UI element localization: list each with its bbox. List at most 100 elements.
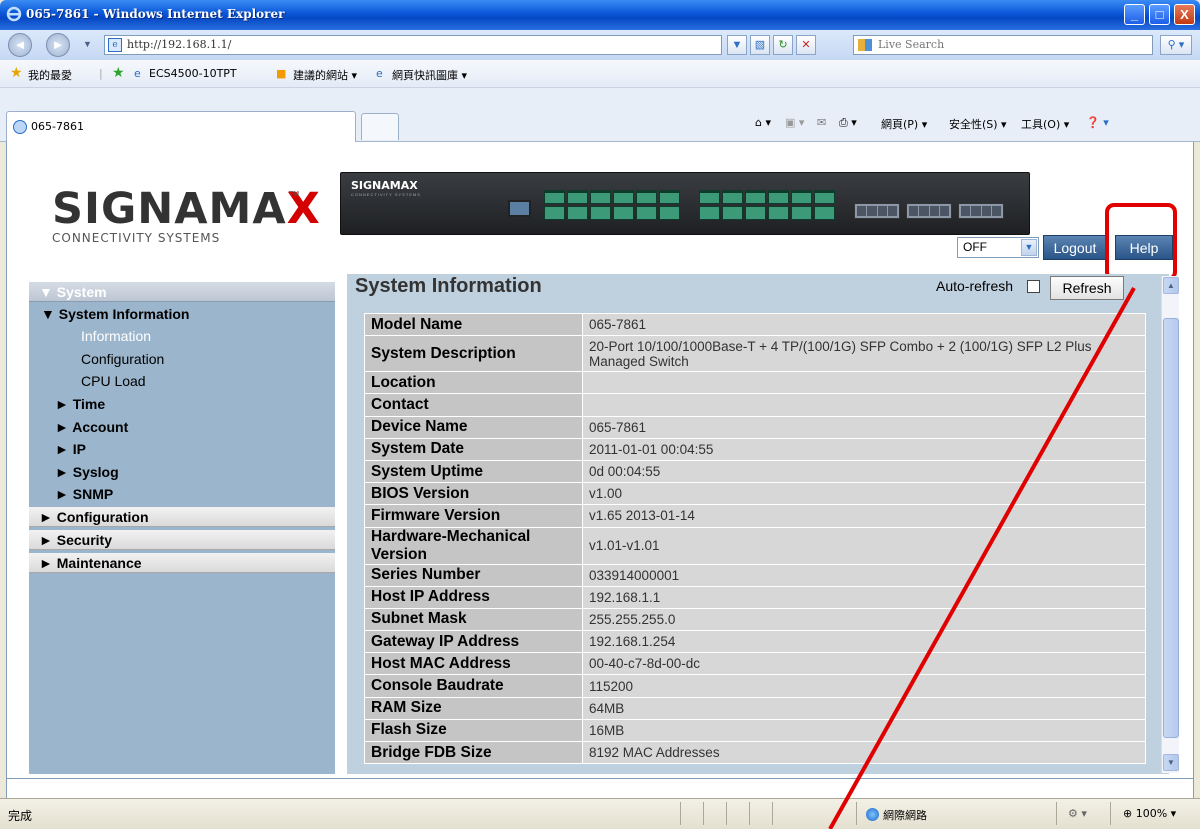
maximize-button[interactable]: □ <box>1149 4 1170 25</box>
new-tab-button[interactable] <box>361 113 399 140</box>
sfp-port-group[interactable] <box>958 203 1004 219</box>
port[interactable] <box>791 206 812 220</box>
safety-menu[interactable]: 安全性(S) ▾ <box>949 116 1007 132</box>
port[interactable] <box>636 190 657 204</box>
sfp-port-group[interactable] <box>906 203 952 219</box>
sidebar-item-cpu-load[interactable]: CPU Load <box>29 371 335 391</box>
port[interactable] <box>722 190 743 204</box>
fav-link-suggested[interactable]: 建議的網站 ▾ <box>293 67 357 83</box>
url-dropdown-button[interactable]: ▼ <box>727 35 747 55</box>
url-input[interactable]: e http://192.168.1.1/ <box>104 35 722 55</box>
fav-link-ecs4500[interactable]: ECS4500-10TPT <box>149 67 237 80</box>
row-value: 065-7861 <box>582 312 1146 337</box>
auto-refresh-checkbox[interactable] <box>1027 280 1040 293</box>
stop-icon[interactable]: ✕ <box>796 35 816 55</box>
refresh-button[interactable]: Refresh <box>1050 276 1124 300</box>
port[interactable] <box>590 190 611 204</box>
sidebar-item-time[interactable]: ► Time <box>29 394 335 414</box>
scroll-down-icon[interactable]: ▼ <box>1163 754 1179 771</box>
row-value: 20-Port 10/100/1000Base-T + 4 TP/(100/1G… <box>582 335 1146 373</box>
row-label: Gateway IP Address <box>364 630 583 654</box>
port[interactable] <box>613 206 634 220</box>
console-port[interactable] <box>508 200 531 217</box>
favorites-button[interactable]: 我的最愛 <box>28 67 72 83</box>
refresh-page-icon[interactable]: ↻ <box>773 35 793 55</box>
port[interactable] <box>768 190 789 204</box>
vertical-scrollbar[interactable]: ▲ ▼ <box>1161 276 1179 773</box>
port[interactable] <box>590 206 611 220</box>
row-value: 192.168.1.254 <box>582 630 1146 654</box>
port[interactable] <box>613 190 634 204</box>
logout-button[interactable]: Logout <box>1043 235 1107 260</box>
sidebar-item-information[interactable]: Information <box>29 326 335 346</box>
port[interactable] <box>722 206 743 220</box>
row-label: Device Name <box>364 415 583 439</box>
sidebar-item-system-information[interactable]: ▼ System Information <box>29 304 335 324</box>
minimize-button[interactable]: _ <box>1124 4 1145 25</box>
help-icon[interactable]: ❓ ▾ <box>1086 116 1109 129</box>
status-text: 完成 <box>8 809 33 823</box>
port[interactable] <box>791 190 812 204</box>
back-button[interactable]: ◄ <box>8 33 32 57</box>
page-menu[interactable]: 網頁(P) ▾ <box>881 116 927 132</box>
row-label: Hardware-Mechanical Version <box>364 526 583 565</box>
port[interactable] <box>745 190 766 204</box>
row-value: 033914000001 <box>582 563 1146 587</box>
close-button[interactable]: X <box>1174 4 1195 25</box>
add-favorite-icon[interactable]: ★ <box>112 65 125 81</box>
mail-icon[interactable]: ✉ <box>817 116 826 129</box>
row-label: Series Number <box>364 563 583 587</box>
port[interactable] <box>659 206 680 220</box>
port[interactable] <box>814 206 835 220</box>
port[interactable] <box>745 206 766 220</box>
home-icon[interactable]: ⌂ ▾ <box>755 116 771 129</box>
protected-mode-icon[interactable]: ⚙ ▾ <box>1068 807 1087 820</box>
browser-window: 065-7861 - Windows Internet Explorer _ □… <box>0 0 1200 829</box>
row-value: 2011-01-01 00:04:55 <box>582 437 1146 461</box>
search-button[interactable]: ⚲ ▾ <box>1160 35 1192 55</box>
security-zone[interactable]: 網際網路 <box>866 807 927 823</box>
port[interactable] <box>768 206 789 220</box>
sidebar-item-system[interactable]: ▼ System <box>29 282 335 302</box>
scrollbar-thumb[interactable] <box>1163 318 1179 738</box>
sidebar-item-configuration-leaf[interactable]: Configuration <box>29 349 335 369</box>
row-label: Console Baudrate <box>364 674 583 698</box>
port[interactable] <box>567 190 588 204</box>
suggested-sites-icon: ■ <box>276 67 287 80</box>
row-label: System Date <box>364 437 583 461</box>
port[interactable] <box>659 190 680 204</box>
sidebar-item-ip[interactable]: ► IP <box>29 439 335 459</box>
feeds-icon[interactable]: ▣ ▾ <box>785 116 804 129</box>
forward-button[interactable]: ► <box>46 33 70 57</box>
table-row: Hardware-Mechanical Version v1.01-v1.01 <box>364 526 1146 565</box>
title-bar: 065-7861 - Windows Internet Explorer _ □… <box>0 0 1200 30</box>
zoom-level[interactable]: ⊕ 100% ▾ <box>1123 807 1176 820</box>
compat-view-icon[interactable]: ▧ <box>750 35 770 55</box>
port[interactable] <box>567 206 588 220</box>
scroll-up-icon[interactable]: ▲ <box>1163 277 1179 294</box>
search-input[interactable]: Live Search <box>853 35 1153 55</box>
tab-current[interactable]: 065-7861 <box>6 111 356 142</box>
row-value: v1.01-v1.01 <box>582 526 1146 565</box>
sidebar-item-syslog[interactable]: ► Syslog <box>29 462 335 482</box>
tools-menu[interactable]: 工具(O) ▾ <box>1021 116 1069 132</box>
port[interactable] <box>544 206 565 220</box>
auto-logout-select[interactable]: OFF ▼ <box>957 237 1039 258</box>
port[interactable] <box>814 190 835 204</box>
system-info-table: Model Name 065-7861 System Description 20-P… <box>364 312 1146 765</box>
print-icon[interactable]: ⎙ ▾ <box>839 116 857 130</box>
port[interactable] <box>699 206 720 220</box>
sfp-port-group[interactable] <box>854 203 900 219</box>
history-dropdown-icon[interactable]: ▼ <box>83 39 92 49</box>
status-bar: 完成 網際網路 ⚙ ▾ ⊕ 100% ▾ <box>0 798 1200 829</box>
row-label: RAM Size <box>364 696 583 720</box>
sidebar-item-maintenance[interactable]: ► Maintenance <box>29 553 335 573</box>
fav-link-gallery[interactable]: 網頁快訊圖庫 ▾ <box>392 67 467 83</box>
sidebar-item-account[interactable]: ► Account <box>29 417 335 437</box>
sidebar-item-configuration[interactable]: ► Configuration <box>29 507 335 527</box>
sidebar-item-snmp[interactable]: ► SNMP <box>29 484 335 504</box>
sidebar-item-security[interactable]: ► Security <box>29 530 335 550</box>
port[interactable] <box>636 206 657 220</box>
port[interactable] <box>699 190 720 204</box>
port[interactable] <box>544 190 565 204</box>
